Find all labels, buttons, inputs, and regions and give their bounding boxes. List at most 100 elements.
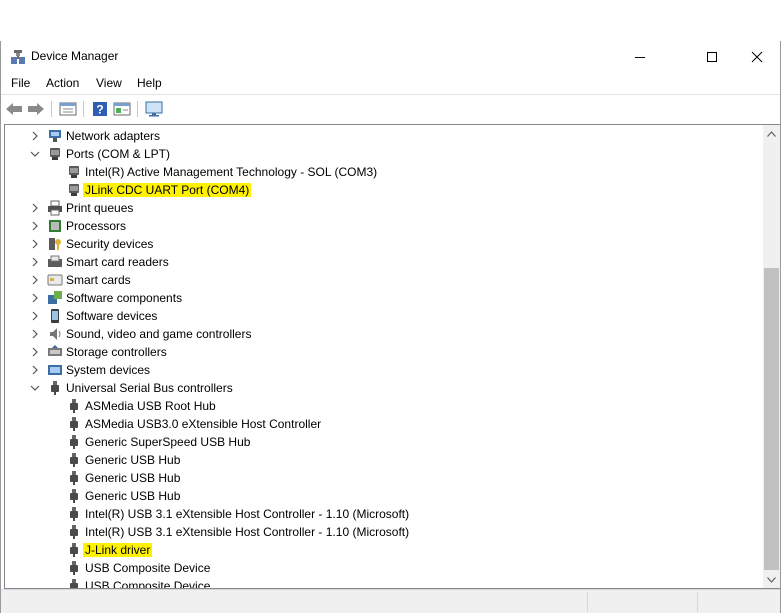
scroll-down-button[interactable] <box>763 571 780 588</box>
toolbar-separator <box>137 101 138 117</box>
tree-device-node[interactable]: Generic USB Hub <box>5 451 765 469</box>
status-segment <box>697 592 780 612</box>
chevron-right-icon[interactable] <box>29 130 41 142</box>
scroll-thumb[interactable] <box>764 268 779 570</box>
menu-view[interactable]: View <box>96 76 122 90</box>
smart-card-reader-icon <box>47 254 63 270</box>
tree-category-node[interactable]: Universal Serial Bus controllers <box>5 379 765 397</box>
tree-node-label: Sound, video and game controllers <box>66 327 252 341</box>
tree-category-node[interactable]: Storage controllers <box>5 343 765 361</box>
printer-icon <box>47 200 63 216</box>
port-icon <box>66 182 82 198</box>
chevron-right-icon[interactable] <box>29 364 41 376</box>
menu-file[interactable]: File <box>11 76 30 90</box>
back-arrow-icon <box>6 103 22 115</box>
resources-button[interactable] <box>112 99 132 119</box>
tree-node-label: System devices <box>66 363 151 377</box>
tree-category-node[interactable]: Smart cards <box>5 271 765 289</box>
device-manager-icon <box>10 49 26 65</box>
tree-category-node[interactable]: Smart card readers <box>5 253 765 271</box>
chevron-down-icon[interactable] <box>29 148 41 160</box>
chevron-right-icon[interactable] <box>29 328 41 340</box>
tree-device-node[interactable]: Generic USB Hub <box>5 469 765 487</box>
tree-node-label: USB Composite Device <box>85 579 211 589</box>
monitor-icon <box>145 101 163 117</box>
menu-action[interactable]: Action <box>46 76 79 90</box>
scan-hardware-button[interactable] <box>144 99 164 119</box>
tree-device-node[interactable]: ASMedia USB Root Hub <box>5 397 765 415</box>
chevron-right-icon[interactable] <box>29 292 41 304</box>
chevron-right-icon[interactable] <box>29 346 41 358</box>
properties-button[interactable] <box>58 99 78 119</box>
help-icon: ? <box>93 102 107 117</box>
scroll-up-button[interactable] <box>763 125 780 142</box>
tree-device-node[interactable]: J-Link driver <box>5 541 765 559</box>
processor-icon <box>47 218 63 234</box>
tree-category-node[interactable]: Processors <box>5 217 765 235</box>
tree-category-node[interactable]: System devices <box>5 361 765 379</box>
port-icon <box>66 164 82 180</box>
tree-device-node[interactable]: ASMedia USB3.0 eXtensible Host Controlle… <box>5 415 765 433</box>
device-manager-window: Device Manager File Action View Help ? N… <box>0 41 781 613</box>
tree-category-node[interactable]: Network adapters <box>5 127 765 145</box>
usb-icon <box>66 524 82 540</box>
usb-icon <box>66 452 82 468</box>
tree-node-label: Processors <box>66 219 127 233</box>
tree-node-label: Smart card readers <box>66 255 169 269</box>
tree-category-node[interactable]: Security devices <box>5 235 765 253</box>
tree-device-node[interactable]: Intel(R) USB 3.1 eXtensible Host Control… <box>5 505 765 523</box>
help-button[interactable]: ? <box>90 99 110 119</box>
chevron-right-icon[interactable] <box>29 202 41 214</box>
usb-icon <box>66 578 82 588</box>
svg-text:?: ? <box>96 103 103 117</box>
tree-category-node[interactable]: Software components <box>5 289 765 307</box>
usb-icon <box>66 416 82 432</box>
tree-device-node[interactable]: Generic USB Hub <box>5 487 765 505</box>
tree-node-label: Ports (COM & LPT) <box>66 147 171 161</box>
vertical-scrollbar[interactable] <box>763 125 780 588</box>
usb-icon <box>66 398 82 414</box>
chevron-right-icon[interactable] <box>29 310 41 322</box>
tree-node-label: Generic USB Hub <box>85 471 181 485</box>
device-tree-panel: Network adapters Ports (COM & LPT) Intel(R… <box>4 124 780 589</box>
close-button[interactable] <box>734 41 780 72</box>
tree-category-node[interactable]: Ports (COM & LPT) <box>5 145 765 163</box>
chevron-right-icon[interactable] <box>29 238 41 250</box>
tree-category-node[interactable]: Print queues <box>5 199 765 217</box>
tree-node-label: ASMedia USB Root Hub <box>85 399 216 413</box>
chevron-right-icon[interactable] <box>29 274 41 286</box>
tree-device-node[interactable]: USB Composite Device <box>5 559 765 577</box>
software-device-icon <box>47 308 63 324</box>
tree-node-label: Network adapters <box>66 129 161 143</box>
toolbar-separator <box>83 101 84 117</box>
close-icon <box>751 51 763 62</box>
title-bar[interactable]: Device Manager <box>1 41 780 72</box>
device-tree[interactable]: Network adapters Ports (COM & LPT) Intel(R… <box>5 125 780 588</box>
tree-node-label: Intel(R) Active Management Technology - … <box>85 165 378 179</box>
usb-icon <box>66 488 82 504</box>
minimize-button[interactable] <box>617 41 663 72</box>
status-segment <box>587 592 697 612</box>
usb-icon <box>66 542 82 558</box>
chevron-right-icon[interactable] <box>29 256 41 268</box>
menu-help[interactable]: Help <box>137 76 162 90</box>
tree-device-node[interactable]: Intel(R) Active Management Technology - … <box>5 163 765 181</box>
properties-icon <box>59 102 77 116</box>
tree-device-node[interactable]: USB Composite Device <box>5 577 765 589</box>
chevron-down-icon[interactable] <box>29 382 41 394</box>
tree-category-node[interactable]: Software devices <box>5 307 765 325</box>
forward-button[interactable] <box>26 99 46 119</box>
forward-arrow-icon <box>28 103 44 115</box>
tree-node-label: Generic USB Hub <box>85 453 181 467</box>
maximize-button[interactable] <box>689 41 735 72</box>
tree-device-node[interactable]: Generic SuperSpeed USB Hub <box>5 433 765 451</box>
tree-node-label: Software devices <box>66 309 158 323</box>
back-button[interactable] <box>4 99 24 119</box>
tree-device-node[interactable]: JLink CDC UART Port (COM4) <box>5 181 765 199</box>
tree-node-label: Generic USB Hub <box>85 489 181 503</box>
tree-category-node[interactable]: Sound, video and game controllers <box>5 325 765 343</box>
tree-node-label: Software components <box>66 291 183 305</box>
tree-node-label: Intel(R) USB 3.1 eXtensible Host Control… <box>85 525 410 539</box>
chevron-right-icon[interactable] <box>29 220 41 232</box>
tree-device-node[interactable]: Intel(R) USB 3.1 eXtensible Host Control… <box>5 523 765 541</box>
